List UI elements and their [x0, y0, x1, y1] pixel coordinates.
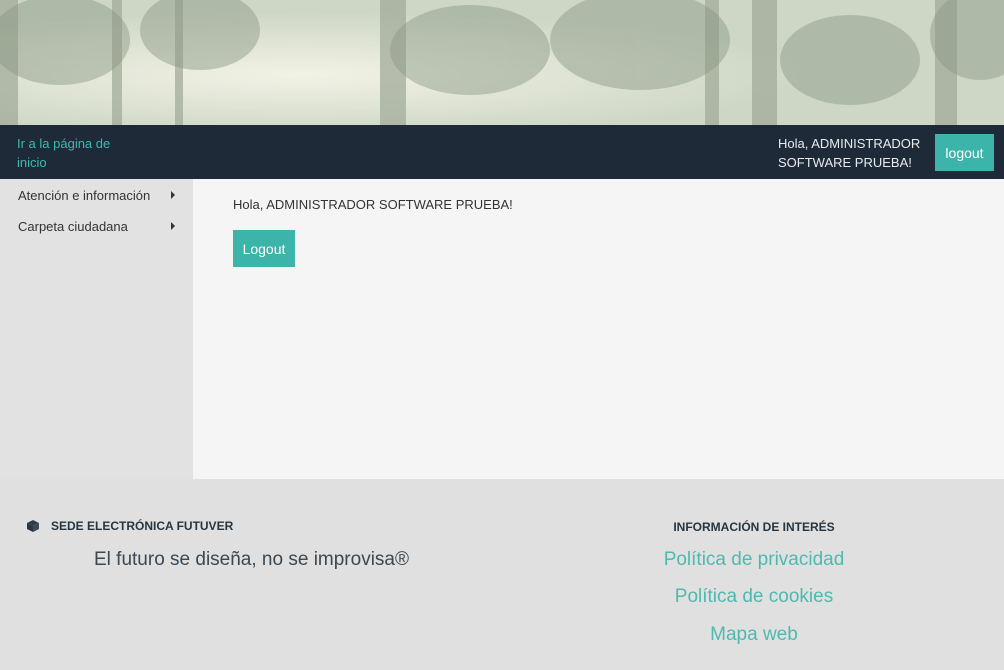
footer-link-sitemap[interactable]: Mapa web: [604, 624, 904, 646]
footer-brand: SEDE ELECTRÓNICA FUTUVER: [26, 519, 233, 533]
footer-brand-title: SEDE ELECTRÓNICA FUTUVER: [51, 519, 234, 533]
footer-link-privacy-policy[interactable]: Política de privacidad: [604, 549, 904, 571]
sidebar: Atención e información Carpeta ciudadana: [0, 179, 193, 479]
sidebar-item-label: Atención e información: [18, 187, 151, 203]
caret-right-icon: [171, 222, 175, 230]
footer-slogan: El futuro se diseña, no se improvisa®: [94, 549, 409, 570]
logout-button-header[interactable]: logout: [935, 134, 994, 171]
logout-button[interactable]: Logout: [233, 230, 295, 267]
caret-right-icon: [171, 191, 175, 199]
sidebar-item-label: Carpeta ciudadana: [18, 218, 128, 234]
home-page-link[interactable]: Ir a la página de inicio: [17, 134, 127, 172]
user-greeting: Hola, ADMINISTRADOR SOFTWARE PRUEBA!: [778, 136, 921, 170]
footer-interest-title: INFORMACIÓN DE INTERÉS: [673, 520, 835, 534]
sidebar-item-atencion-informacion[interactable]: Atención e información: [18, 185, 178, 205]
footer: SEDE ELECTRÓNICA FUTUVER El futuro se di…: [0, 479, 1004, 670]
cube-icon: [27, 520, 39, 532]
main-greeting: Hola, ADMINISTRADOR SOFTWARE PRUEBA!: [233, 197, 513, 212]
footer-link-cookie-policy[interactable]: Política de cookies: [604, 586, 904, 608]
header-banner-image: [0, 0, 1004, 125]
top-navbar: Ir a la página de inicio Hola, ADMINISTR…: [0, 125, 1004, 179]
main-content: Hola, ADMINISTRADOR SOFTWARE PRUEBA! Log…: [193, 179, 1004, 479]
sidebar-item-carpeta-ciudadana[interactable]: Carpeta ciudadana: [18, 216, 178, 236]
